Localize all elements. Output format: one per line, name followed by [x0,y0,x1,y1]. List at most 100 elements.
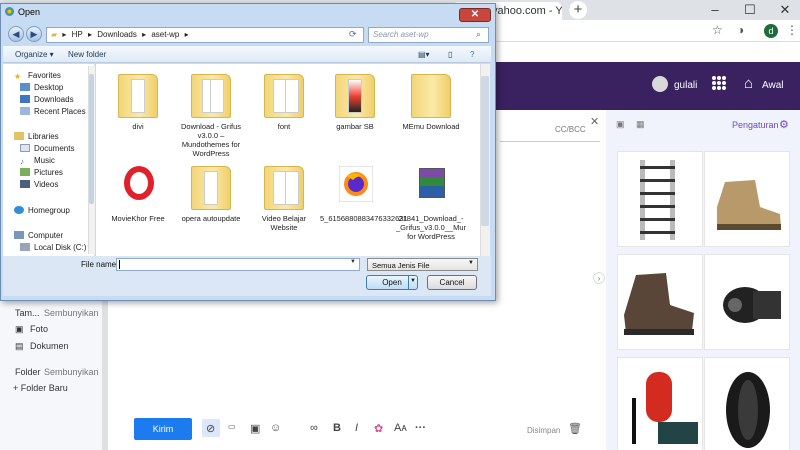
file-item-folder[interactable]: gambar SB [320,68,390,131]
sticker-icon[interactable]: ▣ [250,422,260,435]
sidebar-folders-heading: Folder [15,367,41,377]
refresh-icon[interactable]: ⟳ [349,29,357,40]
new-tab-button[interactable]: + [569,1,587,19]
minimize-icon[interactable]: – [705,2,725,17]
nav-computer[interactable]: Computer [14,231,63,240]
new-folder-button[interactable]: New folder [68,50,106,59]
folder-icon [264,166,304,210]
forward-button[interactable]: ▶ [26,26,42,42]
profile-avatar[interactable]: d [764,24,778,38]
ad-pump-image[interactable] [704,254,790,350]
file-name-input[interactable] [116,258,360,271]
chrome-icon [5,7,14,16]
nav-scrollbar-thumb[interactable] [89,74,94,204]
file-name: Video Belajar Website [261,214,307,232]
bold-icon[interactable]: B [333,422,341,434]
nav-videos[interactable]: Videos [20,180,58,189]
send-button[interactable]: Kirim [134,418,192,440]
nav-homegroup[interactable]: Homegroup [14,206,70,215]
user-avatar-icon[interactable] [652,76,668,92]
breadcrumb-item[interactable]: aset-wp [151,30,179,39]
window-close-icon[interactable]: ✕ [775,2,795,18]
nav-desktop[interactable]: Desktop [20,83,63,92]
nav-recent-places[interactable]: Recent Places [20,107,86,116]
nav-music[interactable]: ♪ Music [20,156,55,166]
back-button[interactable]: ◀ [8,26,24,42]
file-name-label: File name: [81,260,119,269]
nav-label: Documents [34,144,75,153]
search-input[interactable]: Search aset-wp [368,27,489,43]
gear-icon[interactable]: ⚙ [779,118,789,131]
apps-grid-icon[interactable] [712,76,726,90]
font-size-icon[interactable]: Aᴀ [394,422,407,434]
firefox-icon [339,166,373,202]
nav-downloads[interactable]: Downloads [20,95,74,104]
home-icon[interactable]: ⌂ [744,75,753,92]
file-list-scrollbar-thumb[interactable] [481,76,489,226]
file-item-folder[interactable]: divi [103,68,173,131]
preview-pane-icon[interactable]: ▯ [448,50,452,59]
nav-documents[interactable]: Documents [20,144,74,153]
attach-icon[interactable]: ⊘ [206,422,215,435]
sidebar-item-documents[interactable]: Dokumen [30,341,69,351]
file-item-folder[interactable]: Video Belajar Website [249,160,319,232]
breadcrumb-separator: ▸ [88,30,93,39]
sidebar-item-photos[interactable]: Foto [30,324,48,334]
cancel-button[interactable]: Cancel [427,275,477,290]
home-label[interactable]: Awal [762,80,784,91]
emoji-icon[interactable]: ☺ [270,422,281,434]
chevron-down-icon[interactable]: ▼ [468,260,474,266]
more-options-icon[interactable]: ··· [415,422,426,434]
sidebar-scrollbar[interactable] [102,300,108,450]
new-folder-link[interactable]: + Folder Baru [13,383,68,393]
folder-icon [335,74,375,118]
color-icon[interactable]: ✿ [374,422,383,435]
file-item-folder[interactable]: opera autoupdate [176,160,246,223]
desktop-icon [20,83,30,91]
nav-pictures[interactable]: Pictures [20,168,63,177]
ad-water-pump-image[interactable] [617,357,703,450]
address-bar[interactable]: ▰ ▸ HP ▸ Downloads ▸ aset-wp ▸ [46,27,364,43]
ad-tire-image[interactable] [704,357,790,450]
trash-icon[interactable]: 🗑 [568,422,582,435]
maximize-icon[interactable]: ☐ [740,2,760,18]
ad-boot-image[interactable] [704,151,790,247]
menu-kebab-icon[interactable]: ⋮ [786,23,798,37]
sidebar-item-attachments[interactable]: Tam... [15,308,40,318]
dialog-close-button[interactable]: ✕ [459,8,491,22]
contacts-icon[interactable]: ▣ [616,119,625,130]
ad-shoe-image[interactable] [617,254,703,350]
username[interactable]: gulali [674,80,697,91]
nav-local-disk[interactable]: Local Disk (C:) [20,243,86,252]
calendar-icon[interactable]: ▦ [636,119,645,130]
file-item-folder[interactable]: Download - Grifus v3.0.0 – Mundothemes f… [176,68,246,158]
search-icon[interactable]: ⌕ [476,29,481,40]
gif-icon[interactable]: ▭ [228,422,236,431]
chevron-down-icon[interactable]: ▼ [350,259,356,265]
organize-menu[interactable]: Organize ▾ [15,50,54,59]
link-icon[interactable]: ∞ [310,422,318,434]
compose-close-icon[interactable]: ✕ [590,115,599,128]
extension-icon[interactable]: ◑ [737,23,744,37]
help-icon[interactable]: ? [470,50,474,59]
ad-ladder-image[interactable] [617,151,703,247]
hide-attachments-link[interactable]: Sembunyikan [44,308,99,318]
file-item-folder[interactable]: font [249,68,319,131]
file-item-rar-archive[interactable]: 21841_Download_-_Grifus_v3.0.0__Mundothe… [396,160,466,242]
open-options-chevron-icon[interactable]: ▼ [410,278,416,284]
file-item-folder[interactable]: MEmu Download [396,68,466,131]
settings-link[interactable]: Pengaturan [732,120,779,130]
hide-folders-link[interactable]: Sembunyikan [44,367,99,377]
italic-icon[interactable]: I [355,422,358,434]
file-type-select[interactable]: Semua Jenis File [367,258,478,271]
nav-libraries[interactable]: Libraries [14,132,59,141]
bookmark-star-icon[interactable]: ☆ [712,23,723,37]
chevron-right-icon[interactable]: › [593,272,605,284]
view-options-icon[interactable]: ▤▾ [418,50,430,59]
breadcrumb-item[interactable]: Downloads [97,30,137,39]
file-item-firefox-file[interactable]: 5_6156880883476332631 [320,160,408,223]
file-item-opera-shortcut[interactable]: MovieKhor Free [103,160,173,223]
breadcrumb-item[interactable]: HP [72,30,83,39]
nav-favorites[interactable]: ★ Favorites [14,71,61,81]
cc-bcc-link[interactable]: CC/BCC [555,125,586,134]
